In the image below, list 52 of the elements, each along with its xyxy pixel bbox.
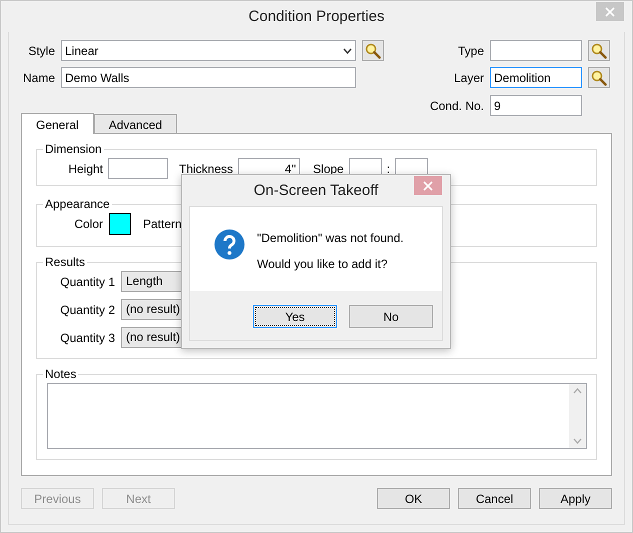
- lookup-button[interactable]: [362, 40, 384, 61]
- close-button[interactable]: [596, 2, 624, 21]
- close-icon: [605, 6, 615, 16]
- field-label: Height: [67, 162, 103, 176]
- message-text: Would you like to add it?: [257, 257, 389, 271]
- dialog-button[interactable]: Yes: [253, 305, 337, 328]
- lookup-button[interactable]: [588, 40, 610, 61]
- dialog-button[interactable]: Apply: [539, 488, 612, 509]
- chevron-up-icon: [573, 388, 582, 394]
- scrollbar[interactable]: [569, 384, 586, 448]
- dialog-button[interactable]: Cancel: [458, 488, 531, 509]
- lookup-button[interactable]: [588, 67, 610, 88]
- magnifier-icon: [365, 42, 381, 58]
- dialog-button[interactable]: OK: [377, 488, 450, 509]
- tab[interactable]: General: [21, 113, 94, 134]
- field-label: Quantity 2: [59, 302, 115, 316]
- color-swatch[interactable]: [109, 212, 131, 234]
- style-dropdown[interactable]: Linear: [61, 40, 356, 61]
- type-field[interactable]: [490, 40, 582, 61]
- field-label: Quantity 1: [59, 274, 115, 288]
- height-field[interactable]: [108, 158, 168, 179]
- window-title: Condition Properties: [248, 8, 384, 25]
- field-label: Cond. No.: [428, 98, 484, 112]
- field-label: Type: [456, 44, 484, 58]
- field-label: Slope: [313, 162, 344, 176]
- separator-text: :: [386, 162, 390, 176]
- close-button[interactable]: [414, 176, 442, 195]
- field-label: Color: [73, 216, 103, 230]
- group-title: Dimension: [44, 142, 103, 156]
- layer-field[interactable]: Demolition: [490, 67, 582, 88]
- question-icon: [214, 229, 245, 260]
- chevron-down-icon: [343, 48, 352, 54]
- cond-no-field[interactable]: 9: [490, 95, 582, 116]
- message-text: "Demolition" was not found.: [257, 231, 404, 245]
- field-label: Layer: [452, 70, 484, 84]
- chevron-down-icon: [573, 438, 582, 444]
- magnifier-icon: [591, 70, 607, 86]
- dialog-button[interactable]: No: [349, 305, 433, 328]
- field-label: Pattern: [143, 216, 182, 230]
- notes-field[interactable]: [47, 383, 587, 449]
- magnifier-icon: [591, 42, 607, 58]
- field-label: Style: [27, 44, 55, 58]
- tab[interactable]: Advanced: [94, 114, 178, 133]
- group-title: Appearance: [44, 197, 111, 211]
- group-title: Notes: [44, 367, 78, 381]
- name-field[interactable]: Demo Walls: [61, 67, 356, 88]
- close-icon: [423, 180, 433, 190]
- dialog-title: On-Screen Takeoff: [254, 182, 378, 199]
- field-label: Name: [22, 70, 55, 84]
- field-label: Thickness: [179, 162, 234, 176]
- field-label: Quantity 3: [59, 330, 115, 344]
- group-title: Results: [44, 255, 86, 269]
